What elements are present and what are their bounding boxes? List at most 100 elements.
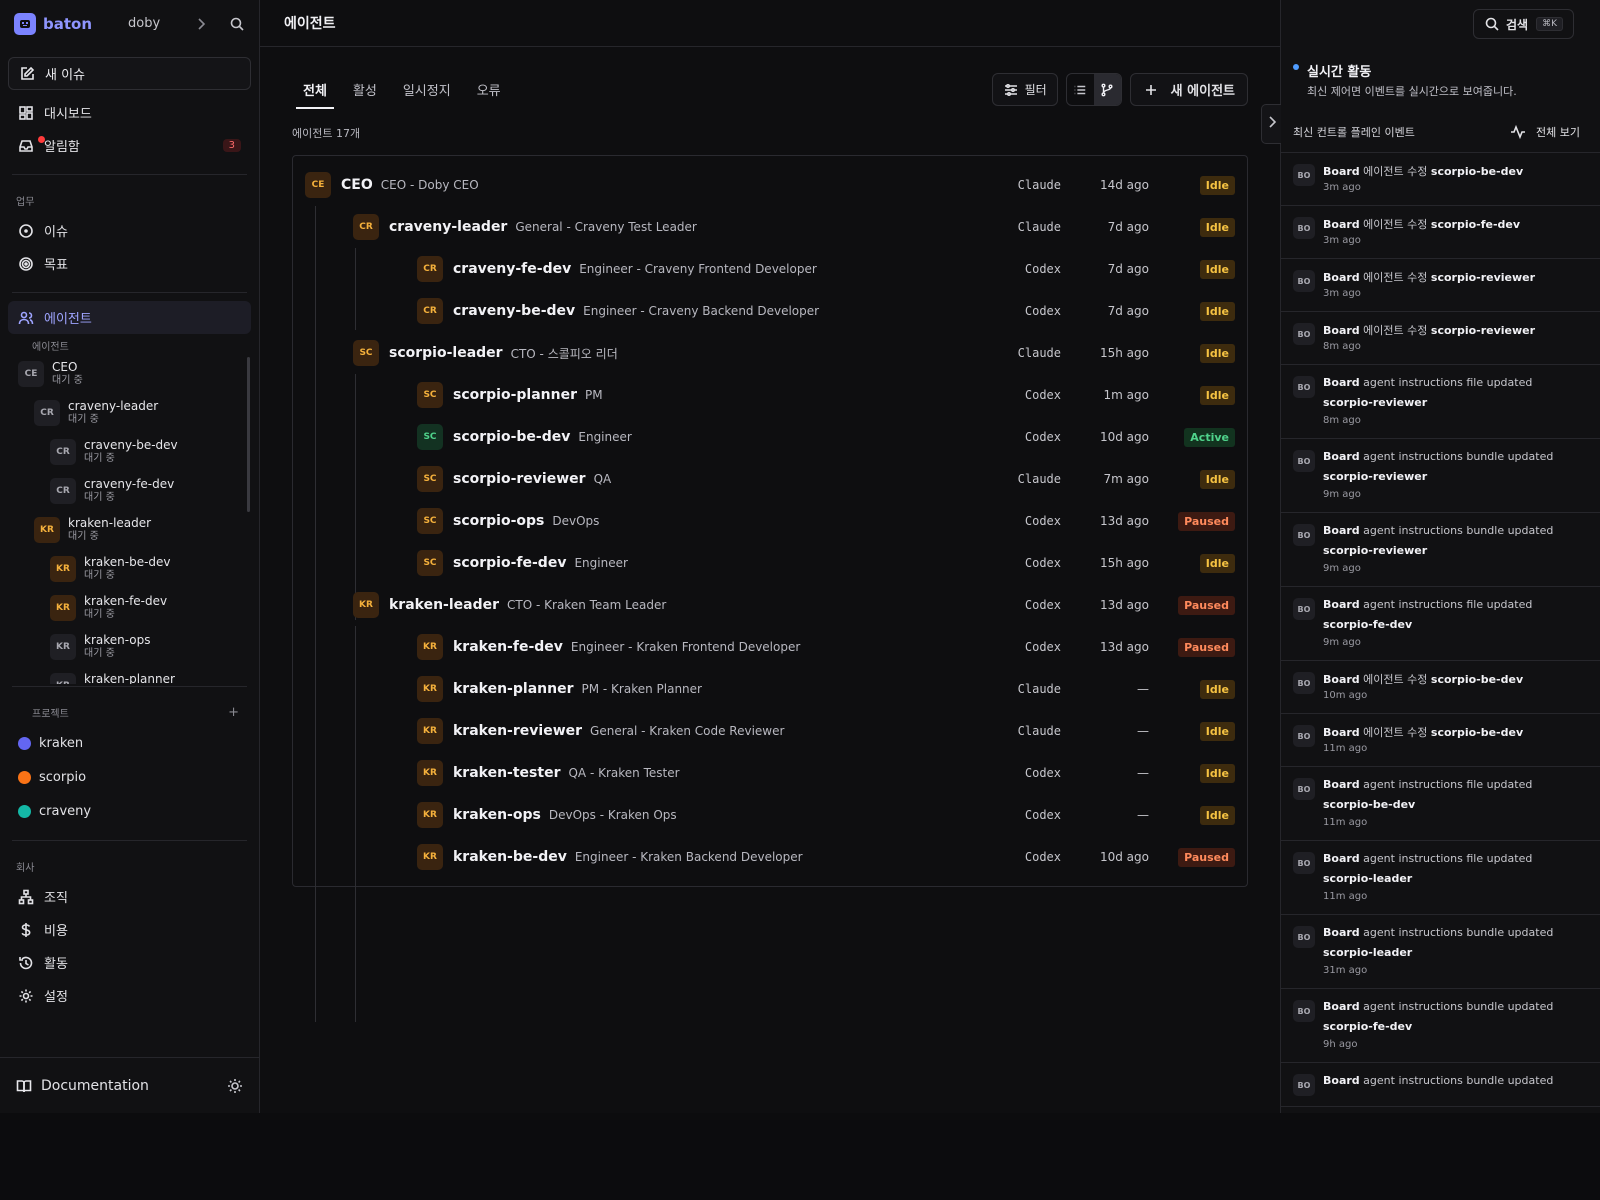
nav-settings[interactable]: 설정 bbox=[8, 979, 251, 1012]
agent-tree-scrollbar[interactable] bbox=[247, 357, 250, 512]
filter-button[interactable]: 필터 bbox=[991, 73, 1058, 106]
event-target[interactable]: scorpio-fe-dev bbox=[1323, 1018, 1553, 1035]
agent-name[interactable]: scorpio-leader bbox=[389, 345, 503, 361]
tab-paused[interactable]: 일시정지 bbox=[392, 71, 462, 107]
agent-name[interactable]: scorpio-fe-dev bbox=[453, 555, 566, 571]
agent-row[interactable]: KR kraken-leader CTO - Kraken Team Leader C… bbox=[293, 584, 1247, 626]
sidebar-agent-kraken-fe-dev[interactable]: KR kraken-fe-dev 대기 중 bbox=[0, 588, 259, 627]
agent-row[interactable]: CR craveny-fe-dev Engineer - Craveny Front… bbox=[293, 248, 1247, 290]
agent-row[interactable]: SC scorpio-leader CTO - 스콜피오 리더 Claude 15h a… bbox=[293, 332, 1247, 374]
activity-event[interactable]: BO Board 에이전트 수정 scorpio-fe-dev 3m ago bbox=[1281, 206, 1600, 259]
event-target[interactable]: scorpio-reviewer bbox=[1323, 394, 1532, 411]
activity-event[interactable]: BO Board agent instructions bundle update… bbox=[1281, 439, 1600, 513]
event-target[interactable]: scorpio-leader bbox=[1323, 944, 1553, 961]
agent-name[interactable]: kraken-tester bbox=[453, 765, 560, 781]
project-item-scorpio[interactable]: scorpio bbox=[0, 760, 259, 794]
agent-row[interactable]: KR kraken-ops DevOps - Kraken Ops Codex — Idl… bbox=[293, 794, 1247, 836]
new-issue-button[interactable]: 새 이슈 bbox=[8, 57, 251, 90]
activity-event[interactable]: BO Board agent instructions file updated s… bbox=[1281, 841, 1600, 915]
sidebar-agent-kraken-ops[interactable]: KR kraken-ops 대기 중 bbox=[0, 627, 259, 666]
agent-row[interactable]: KR kraken-be-dev Engineer - Kraken Backend… bbox=[293, 836, 1247, 878]
agent-name[interactable]: kraken-fe-dev bbox=[453, 639, 563, 655]
sidebar-agent-CEO[interactable]: CE CEO 대기 중 bbox=[0, 354, 259, 393]
activity-event[interactable]: BO Board agent instructions file updated s… bbox=[1281, 365, 1600, 439]
agent-name[interactable]: scorpio-be-dev bbox=[453, 429, 570, 445]
agent-row[interactable]: SC scorpio-reviewer QA Claude 7m ago Idle bbox=[293, 458, 1247, 500]
agent-name[interactable]: kraken-ops bbox=[453, 807, 541, 823]
sidebar-agent-craveny-leader[interactable]: CR craveny-leader 대기 중 bbox=[0, 393, 259, 432]
tab-active[interactable]: 활성 bbox=[342, 71, 388, 107]
company-switcher[interactable]: doby bbox=[128, 16, 160, 31]
agent-name[interactable]: kraken-reviewer bbox=[453, 723, 582, 739]
event-target[interactable]: scorpio-reviewer bbox=[1323, 468, 1553, 485]
activity-event[interactable]: BO Board 에이전트 수정 scorpio-be-dev 10m ago bbox=[1281, 661, 1600, 714]
chevron-right-icon[interactable] bbox=[193, 16, 209, 32]
sidebar-agent-kraken-planner[interactable]: KR kraken-planner대기 중 bbox=[0, 666, 259, 684]
event-target[interactable]: scorpio-be-dev bbox=[1431, 165, 1523, 178]
event-target[interactable]: scorpio-reviewer bbox=[1323, 542, 1553, 559]
project-item-kraken[interactable]: kraken bbox=[0, 726, 259, 760]
sidebar-agent-craveny-be-dev[interactable]: CR craveny-be-dev 대기 중 bbox=[0, 432, 259, 471]
agent-row[interactable]: CE CEO CEO - Doby CEO Claude 14d ago Idle bbox=[293, 164, 1247, 206]
documentation-link[interactable]: Documentation bbox=[41, 1078, 149, 1094]
tab-error[interactable]: 오류 bbox=[466, 71, 512, 107]
tab-all[interactable]: 전체 bbox=[292, 71, 338, 109]
new-agent-button[interactable]: 새 에이전트 bbox=[1129, 73, 1248, 106]
event-target[interactable]: scorpio-fe-dev bbox=[1431, 218, 1520, 231]
agent-row[interactable]: CR craveny-leader General - Craveny Test L… bbox=[293, 206, 1247, 248]
agent-row[interactable]: CR craveny-be-dev Engineer - Craveny Backe… bbox=[293, 290, 1247, 332]
event-target[interactable]: scorpio-reviewer bbox=[1431, 324, 1535, 337]
nav-agents[interactable]: 에이전트 bbox=[8, 301, 251, 334]
global-search-button[interactable]: 검색 ⌘K bbox=[1473, 9, 1574, 39]
agent-row[interactable]: KR kraken-planner PM - Kraken Planner Claud… bbox=[293, 668, 1247, 710]
agent-row[interactable]: KR kraken-reviewer General - Kraken Code R… bbox=[293, 710, 1247, 752]
activity-event[interactable]: BO Board 에이전트 수정 scorpio-reviewer 3m ago bbox=[1281, 259, 1600, 312]
agent-name[interactable]: craveny-be-dev bbox=[453, 303, 575, 319]
agent-name[interactable]: craveny-fe-dev bbox=[453, 261, 571, 277]
view-all-button[interactable]: 전체 보기 bbox=[1510, 124, 1580, 140]
activity-event[interactable]: BO Board 에이전트 수정 scorpio-be-dev 11m ago bbox=[1281, 714, 1600, 767]
sidebar-agent-kraken-leader[interactable]: KR kraken-leader 대기 중 bbox=[0, 510, 259, 549]
activity-event[interactable]: BO Board 에이전트 수정 scorpio-be-dev 3m ago bbox=[1281, 153, 1600, 206]
activity-event[interactable]: BO Board agent instructions file updated s… bbox=[1281, 767, 1600, 841]
activity-event[interactable]: BO Board agent instructions bundle update… bbox=[1281, 513, 1600, 587]
event-target[interactable]: scorpio-leader bbox=[1323, 870, 1532, 887]
nav-dashboard[interactable]: 대시보드 bbox=[8, 96, 251, 129]
agent-row[interactable]: SC scorpio-ops DevOps Codex 13d ago Paused bbox=[293, 500, 1247, 542]
collapse-panel-button[interactable] bbox=[1261, 104, 1281, 144]
nav-issues[interactable]: 이슈 bbox=[8, 214, 251, 247]
event-target[interactable]: scorpio-be-dev bbox=[1431, 673, 1523, 686]
event-target[interactable]: scorpio-be-dev bbox=[1431, 726, 1523, 739]
sidebar-agent-craveny-fe-dev[interactable]: CR craveny-fe-dev 대기 중 bbox=[0, 471, 259, 510]
sun-icon[interactable] bbox=[227, 1078, 243, 1094]
nav-goals[interactable]: 목표 bbox=[8, 247, 251, 280]
event-target[interactable]: scorpio-be-dev bbox=[1323, 796, 1532, 813]
activity-event[interactable]: BO Board agent instructions file updated s… bbox=[1281, 587, 1600, 661]
agent-name[interactable]: kraken-leader bbox=[389, 597, 499, 613]
nav-costs[interactable]: 비용 bbox=[8, 913, 251, 946]
agent-name[interactable]: kraken-planner bbox=[453, 681, 573, 697]
agent-row[interactable]: KR kraken-fe-dev Engineer - Kraken Fronten… bbox=[293, 626, 1247, 668]
nav-inbox[interactable]: 알림함 3 bbox=[8, 129, 251, 162]
agent-name[interactable]: CEO bbox=[341, 177, 373, 193]
agent-name[interactable]: scorpio-planner bbox=[453, 387, 577, 403]
agent-row[interactable]: SC scorpio-planner PM Codex 1m ago Idle bbox=[293, 374, 1247, 416]
search-icon[interactable] bbox=[229, 16, 245, 32]
activity-event[interactable]: BO Board agent instructions bundle update… bbox=[1281, 1063, 1600, 1107]
agent-name[interactable]: scorpio-reviewer bbox=[453, 471, 586, 487]
sidebar-agent-kraken-be-dev[interactable]: KR kraken-be-dev 대기 중 bbox=[0, 549, 259, 588]
nav-activity[interactable]: 활동 bbox=[8, 946, 251, 979]
agent-row[interactable]: SC scorpio-be-dev Engineer Codex 10d ago Acti… bbox=[293, 416, 1247, 458]
event-target[interactable]: scorpio-fe-dev bbox=[1323, 616, 1532, 633]
add-project-icon[interactable]: + bbox=[228, 705, 239, 720]
event-target[interactable]: scorpio-reviewer bbox=[1431, 271, 1535, 284]
list-view-icon[interactable] bbox=[1067, 74, 1094, 105]
activity-event[interactable]: BO Board 에이전트 수정 scorpio-reviewer 8m ago bbox=[1281, 312, 1600, 365]
activity-event[interactable]: BO Board agent instructions bundle update… bbox=[1281, 989, 1600, 1063]
agent-name[interactable]: craveny-leader bbox=[389, 219, 507, 235]
project-item-craveny[interactable]: craveny bbox=[0, 794, 259, 828]
agent-name[interactable]: scorpio-ops bbox=[453, 513, 544, 529]
nav-org[interactable]: 조직 bbox=[8, 880, 251, 913]
agent-row[interactable]: SC scorpio-fe-dev Engineer Codex 15h ago Idle bbox=[293, 542, 1247, 584]
tree-view-icon[interactable] bbox=[1093, 74, 1121, 105]
